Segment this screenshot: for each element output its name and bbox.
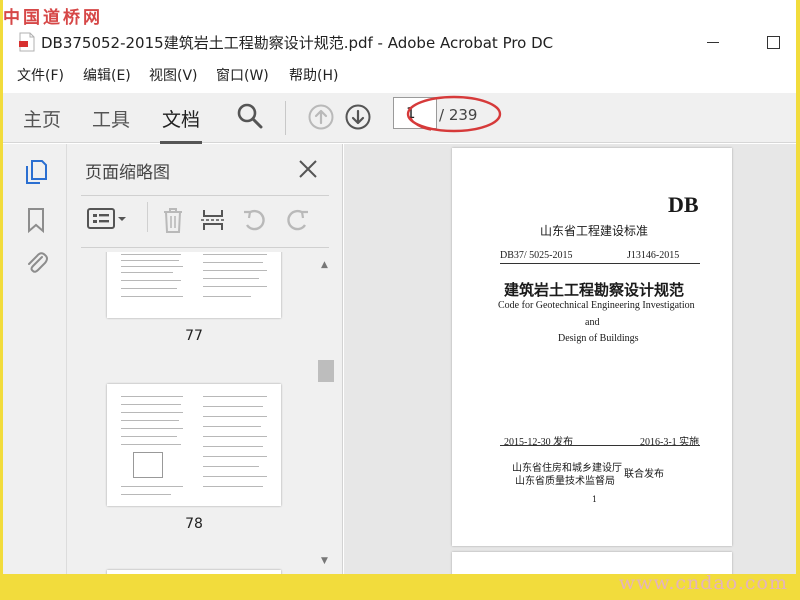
- panel-divider: [81, 195, 329, 196]
- document-next-page: [452, 552, 732, 574]
- doc-category: 山东省工程建设标准: [540, 224, 649, 238]
- tool-separator: [147, 202, 148, 232]
- scroll-down-icon[interactable]: ▼: [321, 556, 328, 566]
- toolbar-separator: [285, 101, 286, 135]
- title-bar: DB375052-2015建筑岩土工程勘察设计规范.pdf - Adobe Ac…: [3, 30, 796, 58]
- scroll-thumb[interactable]: [318, 360, 334, 382]
- previous-page-icon[interactable]: [308, 104, 334, 130]
- thumbnail-label: 77: [185, 328, 203, 344]
- doc-standard-code: DB37/ 5025-2015: [500, 250, 573, 261]
- page-thumbnails-panel: 页面缩略图 77 78 ▲ ▼: [67, 144, 343, 574]
- menu-file[interactable]: 文件(F): [17, 65, 64, 85]
- panel-divider: [81, 247, 329, 248]
- thumbnail-page-78[interactable]: [107, 384, 281, 506]
- menu-view[interactable]: 视图(V): [149, 65, 198, 85]
- page-thumbnails-icon[interactable]: [23, 158, 49, 186]
- thumbnail-page-79[interactable]: [107, 570, 281, 574]
- menu-edit[interactable]: 编辑(E): [83, 65, 131, 85]
- navigation-rail: [3, 144, 67, 574]
- menu-window[interactable]: 窗口(W): [216, 65, 269, 85]
- delete-pages-icon[interactable]: [161, 206, 185, 234]
- doc-title-cn: 建筑岩土工程勘察设计规范: [504, 281, 685, 299]
- bookmark-icon[interactable]: [23, 206, 49, 234]
- doc-record-code: J13146-2015: [627, 250, 680, 261]
- document-view[interactable]: DB 山东省工程建设标准 DB37/ 5025-2015 J13146-2015…: [344, 144, 796, 574]
- site-watermark: 中国道桥网: [3, 8, 103, 28]
- tab-home[interactable]: 主页: [23, 105, 61, 132]
- doc-page-number: 1: [592, 495, 598, 504]
- menu-help[interactable]: 帮助(H): [289, 65, 338, 85]
- rotate-clockwise-icon[interactable]: [283, 206, 311, 234]
- close-panel-icon[interactable]: [297, 158, 319, 180]
- acrobat-window: DB375052-2015建筑岩土工程勘察设计规范.pdf - Adobe Ac…: [3, 0, 796, 574]
- window-title: DB375052-2015建筑岩土工程勘察设计规范.pdf - Adobe Ac…: [41, 34, 554, 52]
- thumbnail-list[interactable]: 77 78: [67, 252, 313, 574]
- doc-joint-release: 联合发布: [624, 469, 664, 480]
- thumbnail-options-icon[interactable]: [87, 206, 127, 232]
- document-page: DB 山东省工程建设标准 DB37/ 5025-2015 J13146-2015…: [452, 148, 732, 546]
- doc-rule: [500, 263, 700, 264]
- menu-bar: 文件(F) 编辑(E) 视图(V) 窗口(W) 帮助(H): [3, 62, 796, 86]
- extract-pages-icon[interactable]: [199, 206, 227, 234]
- site-url-watermark: www.cndao.com: [618, 572, 788, 594]
- doc-rule: [500, 445, 700, 446]
- thumbnail-page-77[interactable]: [107, 252, 281, 318]
- thumbnail-label: 78: [185, 516, 203, 532]
- tab-tools[interactable]: 工具: [92, 105, 130, 132]
- tab-document[interactable]: 文档: [159, 105, 203, 144]
- doc-title-en-line3: Design of Buildings: [558, 333, 639, 344]
- doc-title-en-line1: Code for Geotechnical Engineering Invest…: [498, 300, 695, 311]
- toolbar: 主页 工具 文档 1 / 239: [3, 93, 796, 144]
- doc-publisher-2: 山东省质量技术监督局: [515, 476, 615, 487]
- search-icon[interactable]: [236, 102, 264, 130]
- next-page-icon[interactable]: [345, 104, 371, 130]
- attachment-icon[interactable]: [23, 248, 49, 276]
- pdf-file-icon: [19, 32, 35, 52]
- minimize-button[interactable]: [693, 30, 733, 56]
- doc-title-en-line2: and: [585, 317, 600, 328]
- highlight-ellipse: [406, 95, 502, 133]
- maximize-button[interactable]: [755, 30, 795, 56]
- scroll-up-icon[interactable]: ▲: [321, 260, 328, 270]
- panel-title: 页面缩略图: [85, 163, 170, 183]
- rotate-counterclockwise-icon[interactable]: [241, 206, 269, 234]
- doc-db-mark: DB: [668, 192, 699, 217]
- thumbnail-scrollbar[interactable]: ▲ ▼: [317, 252, 335, 574]
